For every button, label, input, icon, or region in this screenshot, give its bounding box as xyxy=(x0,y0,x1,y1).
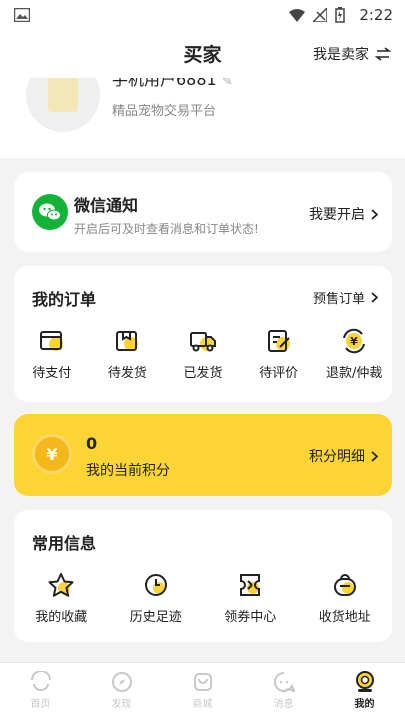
header: 买家 我是卖家 xyxy=(0,30,405,78)
points-value: 0 xyxy=(86,434,98,453)
chevron-right-icon xyxy=(371,450,378,462)
switch-to-seller-button[interactable]: 我是卖家 xyxy=(313,44,391,64)
presale-orders-link[interactable]: 预售订单 xyxy=(313,288,378,307)
enable-notify-button[interactable]: 我要开启 xyxy=(309,204,378,224)
points-label: 我的当前积分 xyxy=(86,463,170,479)
wallet-icon xyxy=(38,328,66,354)
home-icon xyxy=(30,671,52,693)
star-icon xyxy=(47,572,75,598)
tab-messages[interactable]: 消息 xyxy=(254,663,314,721)
bottom-tab-bar: 首页 发现 商城 消息 我的 xyxy=(0,662,405,721)
box-icon xyxy=(113,328,141,354)
common-info-title: 常用信息 xyxy=(32,534,97,553)
profile-subtitle: 精品宠物交易平台 xyxy=(112,104,217,119)
shop-icon xyxy=(192,671,214,693)
orders-card: 我的订单 预售订单 待支付 待发货 已发货 待评价 ¥ 退款/仲裁 xyxy=(14,266,392,402)
order-refund-dispute[interactable]: ¥ 退款/仲裁 xyxy=(319,328,389,381)
username[interactable]: 手机用户6881 ✎ xyxy=(112,78,233,90)
tab-discover[interactable]: 发现 xyxy=(92,663,152,721)
wechat-notify-desc: 开启后可及时查看消息和订单状态! xyxy=(74,222,259,236)
order-pending-payment[interactable]: 待支付 xyxy=(17,328,87,381)
truck-icon xyxy=(189,328,217,354)
wechat-icon xyxy=(32,194,68,230)
order-pending-shipment[interactable]: 待发货 xyxy=(92,328,162,381)
switch-label: 我是卖家 xyxy=(313,47,369,63)
profile-section: 手机用户6881 ✎ 精品宠物交易平台 xyxy=(0,78,405,158)
points-card[interactable]: ¥ 0 我的当前积分 积分明细 xyxy=(14,414,392,496)
message-icon xyxy=(273,671,295,693)
edit-icon[interactable]: ✎ xyxy=(222,78,233,89)
browsing-history[interactable]: 历史足迹 xyxy=(121,572,191,625)
orders-title: 我的订单 xyxy=(32,290,97,309)
shipping-address[interactable]: 收货地址 xyxy=(310,572,380,625)
chevron-right-icon xyxy=(371,292,378,303)
tab-shop[interactable]: 商城 xyxy=(173,663,233,721)
chevron-right-icon xyxy=(371,208,378,220)
order-pending-review[interactable]: 待评价 xyxy=(244,328,314,381)
wifi-icon xyxy=(289,8,305,22)
points-detail-button[interactable]: 积分明细 xyxy=(309,446,378,466)
status-icons xyxy=(289,7,345,23)
status-time: 2:22 xyxy=(359,6,393,24)
clock-icon xyxy=(142,572,170,598)
tab-home[interactable]: 首页 xyxy=(11,663,71,721)
compass-icon xyxy=(111,671,133,693)
address-icon xyxy=(331,572,359,598)
common-info-card: 常用信息 我的收藏 历史足迹 领券中心 收货地址 xyxy=(14,510,392,642)
coin-icon: ¥ xyxy=(32,434,72,474)
profile-icon xyxy=(354,671,376,693)
wechat-notify-card[interactable]: 微信通知 开启后可及时查看消息和订单状态! 我要开启 xyxy=(14,172,392,252)
my-favorites[interactable]: 我的收藏 xyxy=(26,572,96,625)
battery-icon xyxy=(335,7,345,23)
swap-icon xyxy=(375,47,391,61)
tab-mine[interactable]: 我的 xyxy=(335,663,395,721)
wechat-notify-title: 微信通知 xyxy=(74,196,139,215)
refund-icon: ¥ xyxy=(340,328,368,354)
review-icon xyxy=(265,328,293,354)
coupon-center[interactable]: 领券中心 xyxy=(215,572,285,625)
status-bar: 2:22 xyxy=(0,0,405,30)
svg-text:¥: ¥ xyxy=(350,335,358,348)
no-signal-icon xyxy=(313,8,327,22)
gallery-icon xyxy=(14,8,30,22)
order-shipped[interactable]: 已发货 xyxy=(168,328,238,381)
avatar[interactable] xyxy=(26,78,100,132)
coupon-icon xyxy=(236,572,264,598)
